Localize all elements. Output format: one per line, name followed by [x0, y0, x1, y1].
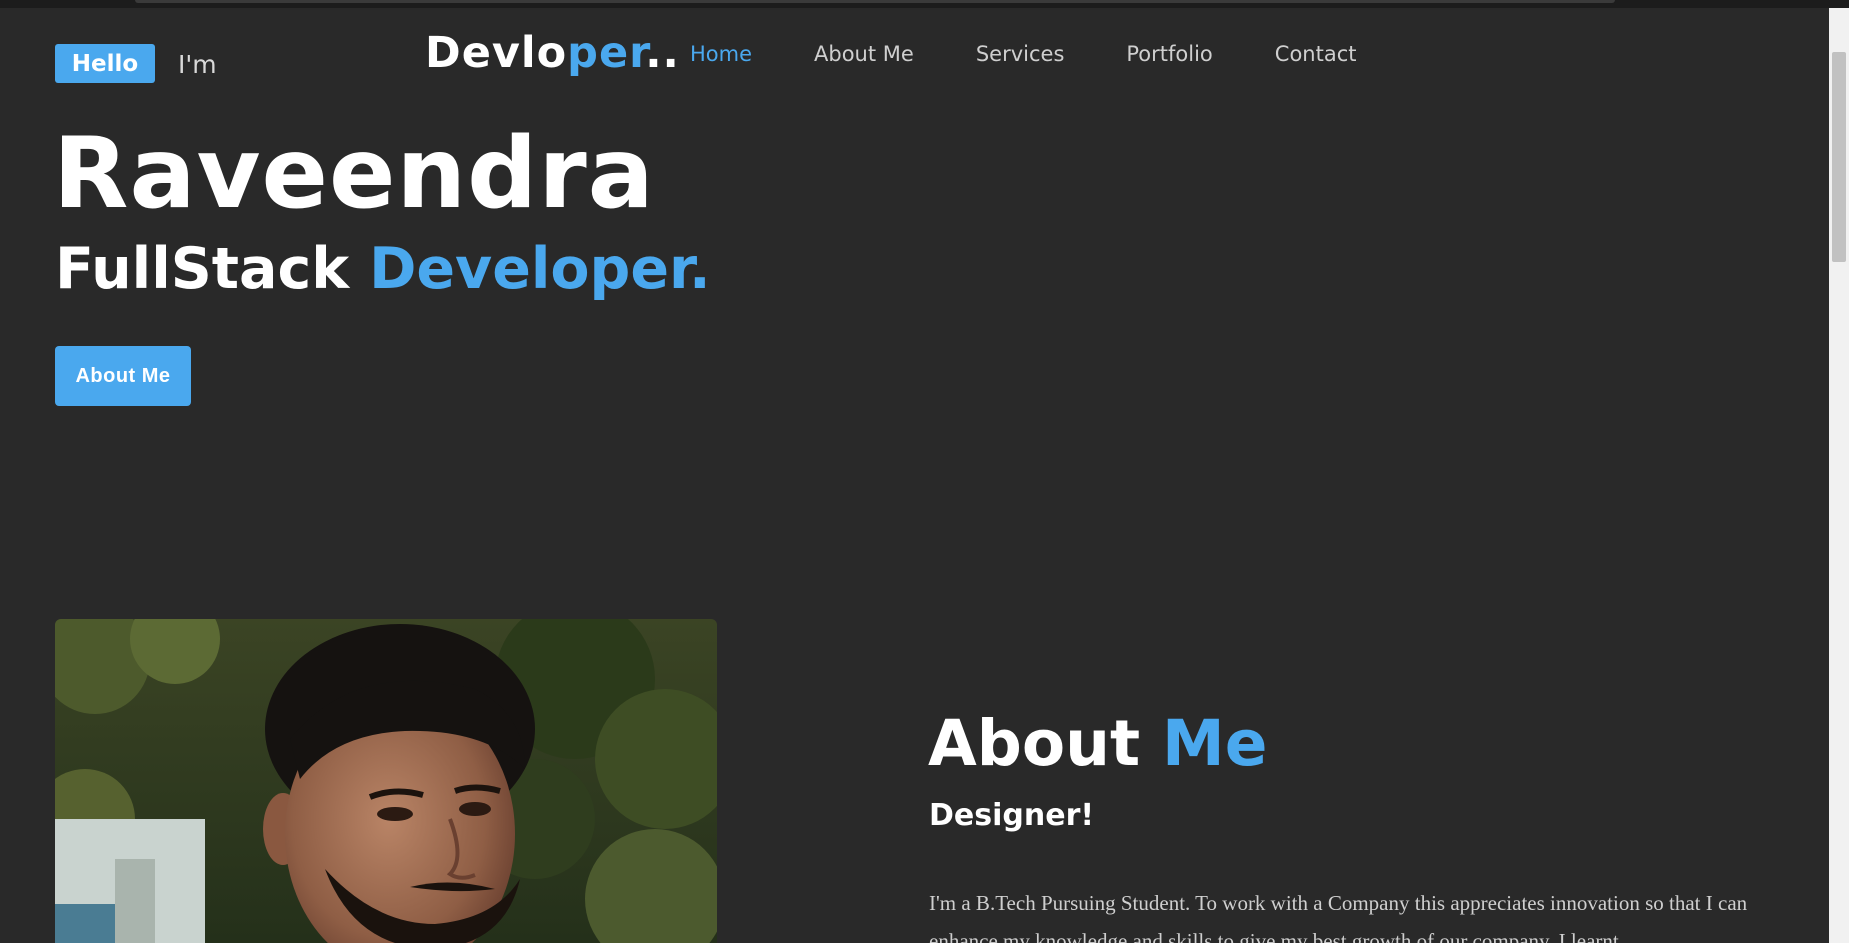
- page-viewport: Hello I'm Devloper.. Home About Me Servi…: [0, 8, 1829, 943]
- brand-text-accent: per: [567, 28, 646, 78]
- nav-link-about-me[interactable]: About Me: [814, 42, 914, 66]
- browser-tab-strip: [135, 0, 1615, 3]
- im-text: I'm: [178, 50, 217, 79]
- page-content: Hello I'm Devloper.. Home About Me Servi…: [0, 8, 1829, 943]
- profile-photo: [55, 619, 717, 943]
- hero-name: Raveendra: [53, 117, 655, 231]
- scrollbar-thumb[interactable]: [1832, 52, 1846, 262]
- about-me-button[interactable]: About Me: [55, 346, 191, 406]
- about-section-title: About Me: [928, 707, 1267, 780]
- page-scrollbar[interactable]: [1829, 8, 1849, 943]
- hero-role: FullStack Developer.: [55, 236, 711, 302]
- hero-role-accent: Developer.: [369, 236, 711, 302]
- hello-badge: Hello: [55, 44, 155, 83]
- nav-link-portfolio[interactable]: Portfolio: [1126, 42, 1212, 66]
- about-title-text: About: [928, 707, 1163, 780]
- about-paragraph: I'm a B.Tech Pursuing Student. To work w…: [929, 891, 1748, 943]
- brand-text-part3: ..: [645, 28, 680, 78]
- brand-logo[interactable]: Devloper..: [425, 28, 680, 78]
- nav-link-home[interactable]: Home: [690, 42, 752, 66]
- about-title-accent: Me: [1162, 707, 1268, 780]
- profile-photo-illustration: [55, 619, 717, 943]
- nav-link-contact[interactable]: Contact: [1275, 42, 1357, 66]
- browser-top-bar: [0, 0, 1849, 8]
- hero-role-text: FullStack: [55, 236, 370, 302]
- brand-text-part1: Devlo: [425, 28, 568, 78]
- about-subtitle: Designer!: [929, 798, 1095, 833]
- main-nav: Home About Me Services Portfolio Contact: [690, 42, 1418, 66]
- nav-link-services[interactable]: Services: [976, 42, 1065, 66]
